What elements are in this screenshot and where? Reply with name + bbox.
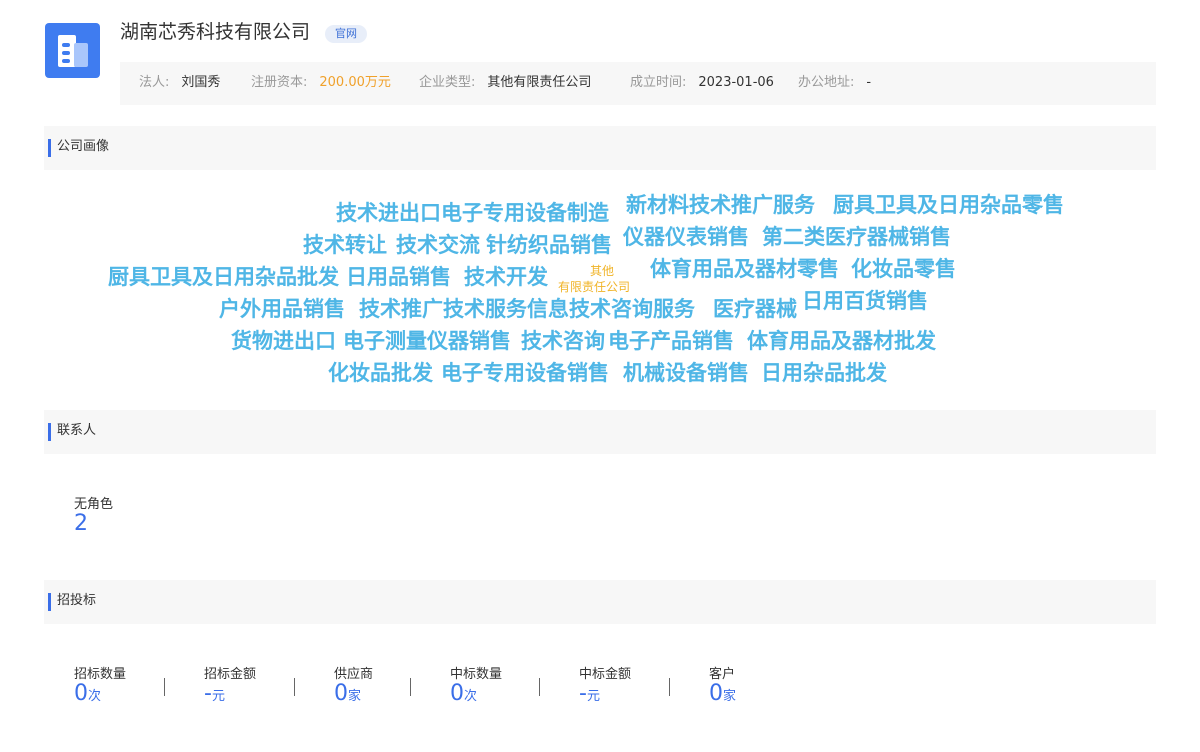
founded-date-label: 成立时间: [630,75,687,90]
founded-date: 成立时间: 2023-01-06 [630,62,774,105]
cloud-word: 化妆品零售 [851,257,956,281]
bid-amount-value[interactable]: -元 [204,681,225,710]
cloud-word: 电子专用设备销售 [441,361,609,385]
cloud-word: 针纺织品销售 [486,233,612,257]
cloud-word: 机械设备销售 [623,361,749,385]
stat-divider [669,678,670,696]
win-amount-label: 中标金额 [579,667,632,682]
cloud-word: 货物进出口 [231,329,336,353]
company-type-label: 企业类型: [419,75,476,90]
company-logo [45,23,100,78]
section-company-profile: 公司画像 [44,126,1156,170]
section-bidding: 招投标 [44,580,1156,624]
win-count-label: 中标数量 [450,667,503,682]
cloud-word: 医疗器械 [713,297,797,321]
bid-count-value[interactable]: 0次 [74,681,101,710]
stat-number: 0 [450,681,464,706]
stat-unit: 家 [723,689,737,704]
section-title: 联系人 [57,423,97,438]
office-address: 办公地址: - [798,62,871,105]
bid-amount-label: 招标金额 [204,667,257,682]
company-type-value: 其他有限责任公司 [487,75,592,90]
company-type: 企业类型: 其他有限责任公司 [419,62,591,105]
supplier-value[interactable]: 0家 [334,681,361,710]
bid-count-label: 招标数量 [74,667,127,682]
cloud-word: 其他 [590,264,615,278]
stat-divider [164,678,165,696]
legal-person-label: 法人: [139,75,170,90]
building-icon [58,35,88,67]
office-address-value: - [866,75,872,90]
stat-unit: 元 [211,689,225,704]
stat-unit: 家 [348,689,362,704]
stat-number: - [579,681,587,706]
cloud-word: 化妆品批发 [328,361,433,385]
cloud-word: 技术进出口 [336,201,441,225]
cloud-word: 技术推广 [359,297,443,321]
cloud-word: 技术交流 [396,233,480,257]
founded-date-value: 2023-01-06 [698,75,774,90]
stat-divider [294,678,295,696]
business-scope-word-cloud: 技术进出口 电子专用设备制造 新材料技术推广服务 厨具卫具及日用杂品零售 技术转… [0,170,1200,400]
stat-number: 0 [709,681,723,706]
supplier-label: 供应商 [334,667,374,682]
section-title: 公司画像 [57,139,110,154]
cloud-word: 有限责任公司 [558,280,631,294]
section-title: 招投标 [57,593,97,608]
contact-role-count[interactable]: 2 [74,511,88,537]
cloud-word: 电子专用设备制造 [441,201,609,225]
win-amount-value[interactable]: -元 [579,681,600,710]
cloud-word: 第二类医疗器械销售 [762,225,951,249]
stat-unit: 元 [586,689,600,704]
customer-label: 客户 [709,667,736,682]
cloud-word: 日用品销售 [346,265,451,289]
cloud-word: 信息技术咨询服务 [527,297,695,321]
company-name: 湖南芯秀科技有限公司 [120,21,311,43]
section-marker [48,139,51,157]
company-info-bar: 法人: 刘国秀 注册资本: 200.00万元 企业类型: 其他有限责任公司 成立时间:… [120,62,1156,105]
section-marker [48,593,51,611]
cloud-word: 体育用品及器材零售 [650,257,839,281]
section-marker [48,423,51,441]
registered-capital: 注册资本: 200.00万元 [251,62,391,105]
cloud-word: 厨具卫具及日用杂品零售 [833,193,1064,217]
section-contacts: 联系人 [44,410,1156,454]
stat-unit: 次 [88,689,102,704]
cloud-word: 户外用品销售 [219,297,345,321]
cloud-word: 技术转让 [303,233,387,257]
cloud-word: 技术咨询 [521,329,605,353]
registered-capital-label: 注册资本: [251,75,308,90]
stat-number: 0 [334,681,348,706]
cloud-word: 技术开发 [464,265,548,289]
legal-person: 法人: 刘国秀 [139,62,220,105]
official-site-badge[interactable]: 官网 [325,25,367,43]
office-address-label: 办公地址: [798,75,855,90]
stat-number: 0 [74,681,88,706]
cloud-word: 体育用品及器材批发 [747,329,936,353]
cloud-word: 日用杂品批发 [761,361,887,385]
win-count-value[interactable]: 0次 [450,681,477,710]
customer-value[interactable]: 0家 [709,681,736,710]
cloud-word: 新材料技术推广服务 [626,193,815,217]
contact-role-label: 无角色 [74,497,114,512]
cloud-word: 仪器仪表销售 [623,225,749,249]
cloud-word: 厨具卫具及日用杂品批发 [108,265,339,289]
registered-capital-value: 200.00万元 [319,75,391,90]
cloud-word: 电子测量仪器销售 [343,329,511,353]
legal-person-value[interactable]: 刘国秀 [181,75,220,90]
cloud-word: 电子产品销售 [608,329,734,353]
cloud-word: 日用百货销售 [802,289,928,313]
stat-number: - [204,681,212,706]
stat-divider [539,678,540,696]
stat-divider [410,678,411,696]
cloud-word: 技术服务 [443,297,527,321]
stat-unit: 次 [464,689,478,704]
